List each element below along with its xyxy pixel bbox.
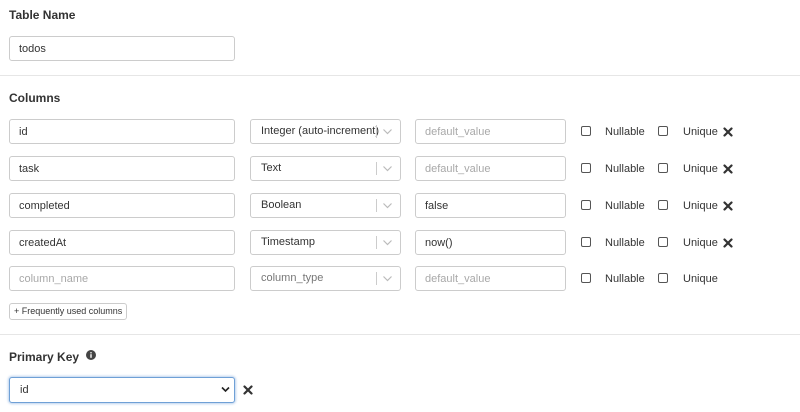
new-column-name-input[interactable] <box>9 266 235 291</box>
column-type-select[interactable]: Boolean <box>250 193 401 218</box>
column-type-label: Timestamp <box>261 236 315 248</box>
column-type-label: Integer (auto-increment) <box>261 125 379 137</box>
nullable-label: Nullable <box>605 273 645 285</box>
column-nullable-checkbox[interactable] <box>581 126 591 136</box>
nullable-label: Nullable <box>605 163 645 175</box>
primary-key-select[interactable]: id <box>9 377 235 403</box>
new-column-type-label: column_type <box>261 272 324 284</box>
column-default-input[interactable] <box>415 119 566 144</box>
remove-column-icon[interactable] <box>723 238 733 248</box>
column-unique-checkbox[interactable] <box>658 163 668 173</box>
primary-key-heading: Primary Key <box>9 350 80 364</box>
column-default-input[interactable] <box>415 156 566 181</box>
frequently-used-columns-button[interactable]: + Frequently used columns <box>9 303 128 320</box>
column-nullable-checkbox[interactable] <box>581 163 591 173</box>
column-name-input[interactable] <box>9 230 235 255</box>
remove-column-icon[interactable] <box>723 201 733 211</box>
nullable-label: Nullable <box>605 237 645 249</box>
chevron-down-icon <box>383 203 392 209</box>
divider <box>0 75 800 76</box>
column-type-select[interactable]: Timestamp <box>250 230 401 255</box>
column-nullable-checkbox[interactable] <box>581 237 591 247</box>
chevron-down-icon <box>221 386 230 393</box>
columns-heading: Columns <box>9 91 61 105</box>
chevron-down-icon <box>383 276 392 282</box>
column-name-input[interactable] <box>9 156 235 181</box>
column-default-input[interactable] <box>415 230 566 255</box>
chevron-down-icon <box>383 166 392 172</box>
column-type-select[interactable]: Text <box>250 156 401 181</box>
table-name-heading: Table Name <box>9 8 76 22</box>
new-column-unique-checkbox[interactable] <box>658 273 668 283</box>
unique-label: Unique <box>683 126 718 138</box>
remove-column-icon[interactable] <box>723 164 733 174</box>
column-name-input[interactable] <box>9 193 235 218</box>
info-icon[interactable] <box>86 350 96 360</box>
column-unique-checkbox[interactable] <box>658 200 668 210</box>
column-default-input[interactable] <box>415 193 566 218</box>
column-unique-checkbox[interactable] <box>658 126 668 136</box>
remove-column-icon[interactable] <box>723 127 733 137</box>
select-separator <box>376 272 377 285</box>
select-separator <box>376 162 377 175</box>
select-separator <box>376 125 377 138</box>
unique-label: Unique <box>683 273 718 285</box>
nullable-label: Nullable <box>605 126 645 138</box>
select-separator <box>376 199 377 212</box>
primary-key-value: id <box>20 384 29 396</box>
new-column-nullable-checkbox[interactable] <box>581 273 591 283</box>
create-table-form: Table Name Columns Integer (auto-increme… <box>0 0 800 412</box>
remove-primary-key-icon[interactable] <box>243 385 253 395</box>
unique-label: Unique <box>683 200 718 212</box>
select-separator <box>376 236 377 249</box>
divider <box>0 334 800 335</box>
column-nullable-checkbox[interactable] <box>581 200 591 210</box>
column-type-label: Boolean <box>261 199 302 211</box>
column-type-select[interactable]: Integer (auto-increment) <box>250 119 401 144</box>
chevron-down-icon <box>383 240 392 246</box>
new-column-default-input[interactable] <box>415 266 566 291</box>
column-type-label: Text <box>261 162 282 174</box>
chevron-down-icon <box>383 129 392 135</box>
unique-label: Unique <box>683 163 718 175</box>
unique-label: Unique <box>683 237 718 249</box>
new-column-type-select[interactable]: column_type <box>250 266 401 291</box>
column-unique-checkbox[interactable] <box>658 237 668 247</box>
table-name-input[interactable] <box>9 36 235 61</box>
nullable-label: Nullable <box>605 200 645 212</box>
column-name-input[interactable] <box>9 119 235 144</box>
